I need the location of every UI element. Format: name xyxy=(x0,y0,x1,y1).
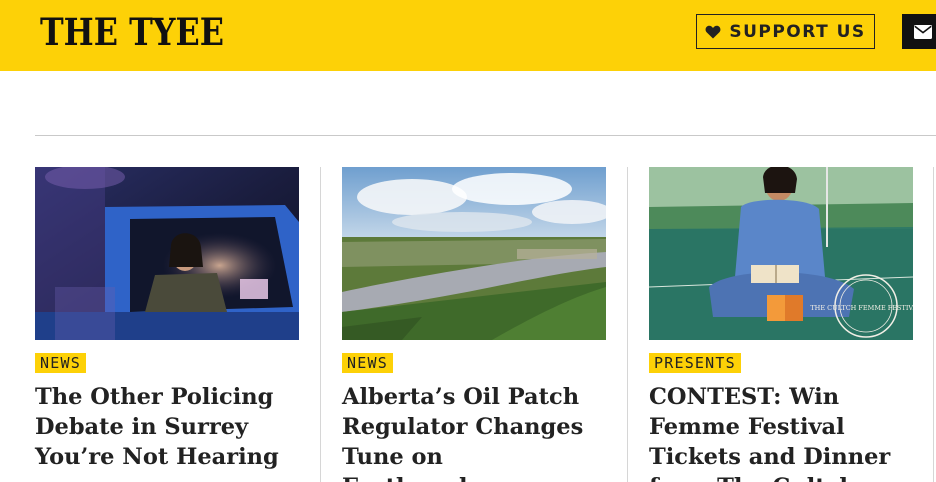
site-header: THE TYEE SUPPORT US xyxy=(0,0,936,71)
envelope-icon xyxy=(914,24,932,39)
category-badge[interactable]: PRESENTS xyxy=(649,353,741,373)
column-divider xyxy=(320,167,321,482)
story-image-policing[interactable] xyxy=(35,167,299,340)
story-headline[interactable]: Alberta’s Oil Patch Regulator Changes Tu… xyxy=(342,382,606,482)
story-headline[interactable]: The Other Policing Debate in Surrey You’… xyxy=(35,382,299,472)
story-image-femme-festival[interactable]: THE CULTCH FEMME FESTIVAL xyxy=(649,167,913,340)
story-card[interactable]: NEWS The Other Policing Debate in Surrey… xyxy=(35,167,299,472)
section-divider xyxy=(35,135,936,136)
column-divider xyxy=(627,167,628,482)
site-logo[interactable]: THE TYEE xyxy=(40,10,224,54)
newsletter-button[interactable] xyxy=(902,14,936,49)
support-us-label: SUPPORT US xyxy=(729,21,866,42)
column-divider xyxy=(933,167,934,482)
story-image-oil-patch[interactable] xyxy=(342,167,606,340)
festival-seal-text: THE CULTCH FEMME FESTIVAL xyxy=(810,304,913,312)
category-badge[interactable]: NEWS xyxy=(35,353,86,373)
category-badge[interactable]: NEWS xyxy=(342,353,393,373)
support-us-button[interactable]: SUPPORT US xyxy=(696,14,875,49)
story-headline[interactable]: CONTEST: Win Femme Festival Tickets and … xyxy=(649,382,913,482)
story-card[interactable]: THE CULTCH FEMME FESTIVAL PRESENTS CONTE… xyxy=(649,167,913,482)
story-card[interactable]: NEWS Alberta’s Oil Patch Regulator Chang… xyxy=(342,167,606,482)
heart-icon xyxy=(705,25,721,38)
